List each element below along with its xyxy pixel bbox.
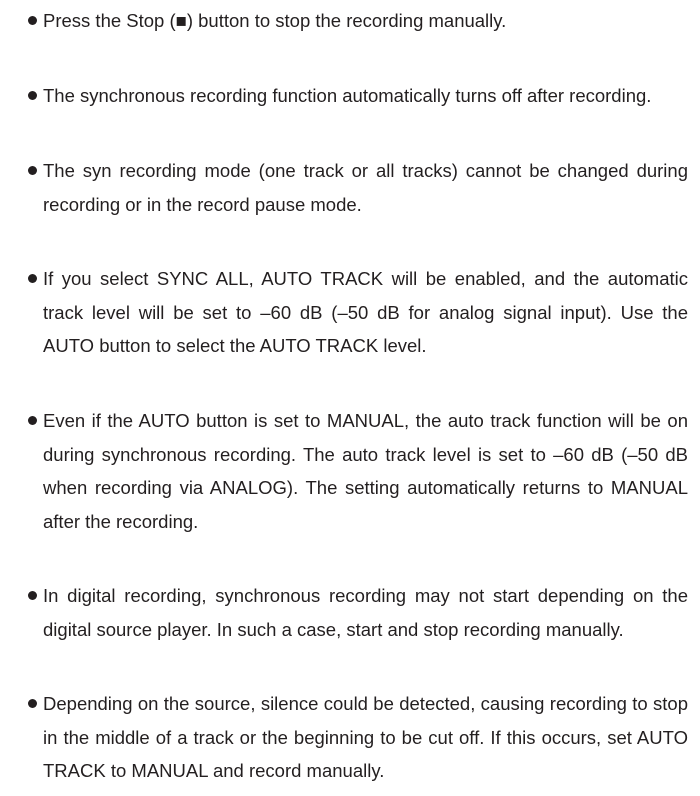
note-item: Depending on the source, silence could b… bbox=[28, 687, 688, 788]
note-text: Depending on the source, silence could b… bbox=[43, 693, 688, 781]
note-text: If you select SYNC ALL, AUTO TRACK will … bbox=[43, 268, 688, 356]
bullet-icon bbox=[28, 91, 37, 100]
bullet-icon bbox=[28, 699, 37, 708]
note-item: Even if the AUTO button is set to MANUAL… bbox=[28, 404, 688, 538]
note-text: In digital recording, synchronous record… bbox=[43, 585, 688, 640]
note-text: Press the Stop (■) button to stop the re… bbox=[43, 10, 507, 31]
bullet-icon bbox=[28, 16, 37, 25]
bullet-icon bbox=[28, 416, 37, 425]
bullet-icon bbox=[28, 166, 37, 175]
note-item: Press the Stop (■) button to stop the re… bbox=[28, 4, 688, 38]
bullet-icon bbox=[28, 591, 37, 600]
note-item: The syn recording mode (one track or all… bbox=[28, 154, 688, 221]
note-text: Even if the AUTO button is set to MANUAL… bbox=[43, 410, 688, 532]
bullet-icon bbox=[28, 274, 37, 283]
note-text: The synchronous recording function autom… bbox=[43, 85, 652, 106]
note-item: If you select SYNC ALL, AUTO TRACK will … bbox=[28, 262, 688, 363]
note-item: The synchronous recording function autom… bbox=[28, 79, 688, 113]
note-text: The syn recording mode (one track or all… bbox=[43, 160, 688, 215]
note-item: In digital recording, synchronous record… bbox=[28, 579, 688, 646]
